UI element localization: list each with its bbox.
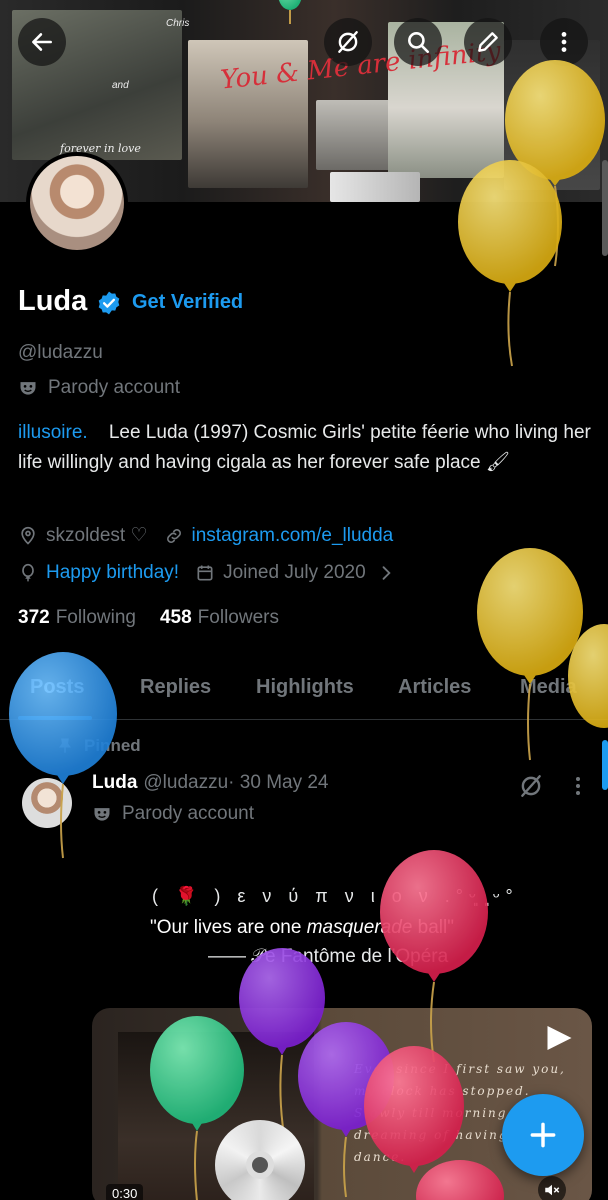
play-icon[interactable] [540, 1020, 576, 1056]
tab-replies[interactable]: Replies [140, 676, 211, 699]
balloon [477, 548, 583, 761]
parody-label: Parody account [18, 377, 180, 399]
post-handle[interactable]: @ludazzu [143, 772, 228, 793]
speaker-muted-icon [545, 1184, 560, 1196]
more-vertical-icon[interactable] [568, 772, 588, 800]
pin-icon [59, 738, 71, 753]
calendar-icon [197, 565, 213, 581]
theater-masks-icon [94, 808, 110, 821]
banner-photo [330, 172, 420, 202]
profile-bio: illusoire. Lee Luda (1997) Cosmic Girls'… [18, 418, 593, 478]
plus-icon [530, 1122, 556, 1148]
profile-handle: @ludazzu [18, 342, 103, 363]
location-pin-icon [21, 526, 35, 545]
active-tab-indicator [18, 716, 92, 720]
following-link[interactable]: 372 Following [18, 607, 136, 629]
avatar-image [30, 156, 124, 250]
pinned-text: Pinned [84, 736, 141, 755]
tab-articles[interactable]: Articles [398, 676, 471, 699]
pinned-label: Pinned [56, 736, 141, 756]
search-icon [408, 32, 430, 54]
following-count: 372 [18, 607, 50, 628]
arrow-left-icon [32, 33, 52, 51]
video-duration: 0:30 [106, 1184, 144, 1200]
post-header: Luda @ludazzu· 30 May 24 [92, 772, 329, 794]
more-vertical-icon [561, 32, 567, 52]
parody-text: Parody account [48, 377, 181, 398]
post-text-part: "Our lives are one [150, 917, 307, 938]
post-date: · 30 May 24 [228, 772, 329, 793]
pencil-icon [478, 32, 498, 52]
balloon-icon [22, 563, 34, 582]
post-text-line: ( 🌹 ) ε ν ύ π ν ι ο ν .°ᵕ͈ ͈ᵕ° [152, 886, 519, 906]
grok-button[interactable] [324, 18, 372, 66]
profile-tabs: Posts Replies Highlights Articles Media [0, 662, 608, 720]
scrollbar-thumb[interactable] [602, 740, 608, 790]
bio-text: Lee Luda (1997) Cosmic Girls' petite fée… [18, 422, 591, 473]
post-avatar[interactable] [22, 778, 72, 828]
cd-disc-sticker [215, 1120, 305, 1200]
post-author[interactable]: Luda [92, 772, 137, 793]
post-parody-text: Parody account [122, 803, 255, 824]
tab-posts[interactable]: Posts [30, 676, 84, 699]
following-label: Following [55, 607, 136, 628]
website-link[interactable]: instagram.com/e_lludda [192, 525, 394, 547]
scrollbar-thumb[interactable] [602, 160, 608, 256]
profile-avatar[interactable] [26, 152, 128, 254]
followers-label: Followers [197, 607, 279, 628]
birthday-link[interactable]: Happy birthday! [46, 562, 179, 584]
more-button[interactable] [540, 18, 588, 66]
back-button[interactable] [18, 18, 66, 66]
joined-text: Joined July 2020 [223, 562, 366, 583]
post-text-line: "Our lives are one masquerade ball" [150, 917, 454, 939]
grok-icon [338, 31, 358, 53]
location-text: skzoldest ♡ [46, 525, 148, 546]
compose-button[interactable] [502, 1094, 584, 1176]
followers-link[interactable]: 458 Followers [160, 607, 279, 629]
profile-meta: skzoldest ♡ instagram.com/e_lludda [18, 524, 393, 547]
edit-button[interactable] [464, 18, 512, 66]
tab-media[interactable]: Media [520, 676, 577, 699]
verified-badge-icon[interactable] [96, 290, 122, 316]
bio-link[interactable]: illusoire. [18, 422, 88, 443]
followers-count: 458 [159, 607, 192, 628]
follow-counts: 372 Following 458 Followers [18, 607, 279, 629]
chevron-right-icon[interactable] [376, 563, 396, 583]
post-text-line: —— 𝒫e Fantôme de l'Opéra [208, 946, 449, 967]
profile-name: Luda [18, 285, 88, 317]
tab-highlights[interactable]: Highlights [256, 676, 354, 699]
banner-text: and [112, 80, 129, 91]
grok-icon[interactable] [518, 773, 544, 799]
search-button[interactable] [394, 18, 442, 66]
banner-photo [316, 100, 392, 170]
post-parody-label: Parody account [92, 803, 254, 825]
get-verified-link[interactable]: Get Verified [132, 291, 243, 314]
post-text-emphasis: masquerade [306, 917, 413, 938]
mute-button[interactable] [538, 1176, 566, 1200]
profile-meta: Happy birthday! Joined July 2020 [18, 562, 404, 584]
link-icon [166, 528, 181, 543]
theater-masks-icon [20, 382, 36, 395]
post-text-part: ball" [412, 917, 454, 938]
banner-text: Chris [166, 18, 190, 29]
